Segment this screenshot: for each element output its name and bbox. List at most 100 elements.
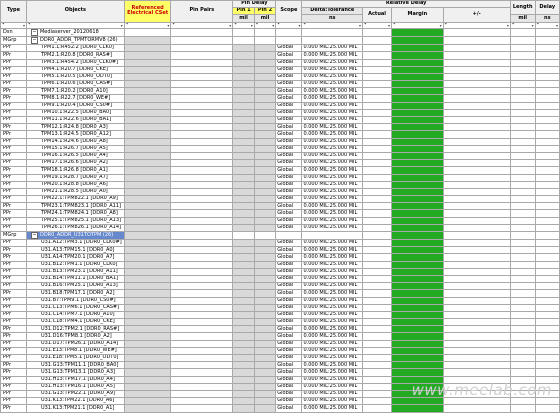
filter-cell[interactable]: * ▾: [534, 21, 560, 30]
filter-cell[interactable]: * ▾: [442, 21, 511, 30]
delta-tolerance-cell[interactable]: 0.000 MIL:25.000 MIL: [301, 123, 364, 132]
pin2-cell[interactable]: [253, 173, 277, 182]
delta-tolerance-cell[interactable]: 0.000 MIL:25.000 MIL: [301, 382, 364, 391]
filter-dropdown-icon[interactable]: ▾: [440, 23, 442, 28]
pin1-cell[interactable]: [232, 253, 255, 262]
pin-pair-name[interactable]: U31.G13:TPM22.1 [DDR0_A9]: [25, 389, 125, 399]
header-pin-pairs[interactable]: Pin Pairs: [170, 0, 234, 23]
header-length[interactable]: Length: [509, 0, 536, 16]
pin-pair-row[interactable]: PPr TPM18.1:R26.8 [DDR0_A1] Global 0.000 MI…: [0, 166, 560, 175]
pin1-cell[interactable]: [232, 289, 255, 298]
pin-pair-row[interactable]: PPr TPM9.1:R20.4 [DDR0_CS0#] Global 0.000 M…: [0, 101, 560, 110]
cell[interactable]: [509, 231, 536, 241]
ref-cset-cell[interactable]: [123, 151, 172, 161]
pin2-cell[interactable]: [253, 180, 277, 189]
filter-dropdown-icon[interactable]: ▾: [359, 23, 361, 28]
pin-pair-name[interactable]: U31.C18:TPM4.1 [DDR0_CKE]: [25, 318, 125, 327]
pin-pair-name[interactable]: U31.D12:TPM2.1 [DDR0_RAS#]: [25, 325, 125, 334]
pin2-cell[interactable]: [253, 223, 277, 233]
pin1-cell[interactable]: [232, 282, 255, 291]
ref-cset-cell[interactable]: [123, 375, 172, 384]
pin-pairs-cell[interactable]: [170, 246, 234, 255]
collapse-icon[interactable]: −: [30, 37, 38, 44]
ref-cset-cell[interactable]: [123, 274, 172, 284]
pin-pairs-cell[interactable]: [170, 209, 234, 218]
pin2-cell[interactable]: [253, 87, 277, 96]
delta-tolerance-cell[interactable]: 0.000 MIL:25.000 MIL: [301, 209, 364, 218]
pin2-cell[interactable]: [253, 296, 277, 305]
filter-dropdown-icon[interactable]: ▾: [272, 23, 274, 28]
scope-cell[interactable]: Global: [275, 339, 303, 348]
pin-pair-row[interactable]: PPr U31.C18:TPM4.1 [DDR0_CKE] Global 0.000 …: [0, 318, 560, 327]
delta-tolerance-cell[interactable]: 0.000 MIL:25.000 MIL: [301, 303, 364, 312]
pin-pairs-cell[interactable]: [170, 354, 234, 363]
ref-cset-cell[interactable]: [123, 209, 172, 218]
ref-cset-cell[interactable]: [123, 332, 172, 341]
ref-cset-cell[interactable]: [123, 389, 172, 399]
cell[interactable]: [275, 231, 303, 241]
delta-tolerance-cell[interactable]: 0.000 MIL:25.000 MIL: [301, 72, 364, 82]
pin1-cell[interactable]: [232, 267, 255, 276]
pin-pair-row[interactable]: PPr TPM11.1:R22.6 [DDR0_BA1] Global 0.000 M…: [0, 116, 560, 125]
pin-pairs-cell[interactable]: [170, 72, 234, 82]
filter-row[interactable]: * ▾ * ▾ * ▾ * ▾ * ▾ * ▾ * ▾ * ▾ * ▾ * ▾ * ▾ * ▾ * ▾: [0, 21, 560, 30]
pin-pair-row[interactable]: PPr U31.D16:TPM8.1 [DDR0_A2] Global 0.000 M…: [0, 332, 560, 341]
scope-cell[interactable]: Global: [275, 151, 303, 161]
ref-cset-cell[interactable]: [123, 159, 172, 168]
filter-cell[interactable]: * ▾: [275, 21, 303, 30]
pin-pair-name[interactable]: U31.C13:TPM6.1 [DDR0_CAS#]: [25, 303, 125, 312]
pin-pair-name[interactable]: TPM17.1:R26.6 [DDR0_A2]: [25, 159, 125, 168]
header-delay[interactable]: Delay: [534, 0, 560, 16]
pin2-cell[interactable]: [253, 375, 277, 384]
pin-pair-row[interactable]: PPr TPM15.1:R26.7 [DDR0_A5] Global 0.000 MI…: [0, 144, 560, 153]
delta-tolerance-cell[interactable]: 0.000 MIL:25.000 MIL: [301, 318, 364, 327]
pin-pair-name[interactable]: U31.B14:TPM11.1 [DDR0_BA1]: [25, 274, 125, 284]
pin1-cell[interactable]: [232, 44, 255, 53]
pin2-cell[interactable]: [253, 332, 277, 341]
pin-pair-row[interactable]: PPr TPM5.1:R20.5 [DDR0_ODT0] Global 0.000 M…: [0, 72, 560, 82]
pin1-cell[interactable]: [232, 404, 255, 413]
pin2-cell[interactable]: [253, 361, 277, 370]
delta-tolerance-cell[interactable]: 0.000 MIL:25.000 MIL: [301, 180, 364, 189]
pin-pair-row[interactable]: PPr U31.B18:TPM17.1 [DDR0_A2] Global 0.000 …: [0, 289, 560, 298]
pin-pairs-cell[interactable]: [170, 159, 234, 168]
scope-cell[interactable]: Global: [275, 44, 303, 53]
pin-pairs-cell[interactable]: [170, 397, 234, 406]
pin-pairs-cell[interactable]: [170, 223, 234, 233]
pin-pair-name[interactable]: TPM24.1:TPM824.1 [DDR0_A8]: [25, 209, 125, 218]
pin1-cell[interactable]: [232, 51, 255, 60]
pin-pair-row[interactable]: PPr U31.B16:TPM25.1 [DDR0_A13] Global 0.000…: [0, 282, 560, 291]
scope-cell[interactable]: Global: [275, 72, 303, 82]
ref-cset-cell[interactable]: [123, 44, 172, 53]
scope-cell[interactable]: Global: [275, 267, 303, 276]
pin-pair-row[interactable]: PPr U31.C13:TPM6.1 [DDR0_CAS#] Global 0.000…: [0, 303, 560, 312]
pin2-cell[interactable]: [253, 116, 277, 125]
pin-pair-name[interactable]: TPM10.1:R22.5 [DDR0_BA0]: [25, 108, 125, 118]
pin1-cell[interactable]: [232, 187, 255, 197]
pin2-cell[interactable]: [253, 151, 277, 161]
pin-pair-name[interactable]: TPM23.1:TPM823.1 [DDR0_A11]: [25, 202, 125, 211]
delta-tolerance-cell[interactable]: 0.000 MIL:25.000 MIL: [301, 375, 364, 384]
pin-pairs-cell[interactable]: [170, 87, 234, 96]
pin-pair-row[interactable]: PPr U31.E13:TPM8.1 [DDR0_WE#] Global 0.000 …: [0, 346, 560, 356]
pin-pairs-cell[interactable]: [170, 173, 234, 182]
pin1-cell[interactable]: [232, 332, 255, 341]
pin2-cell[interactable]: [253, 130, 277, 139]
filter-dropdown-icon[interactable]: ▾: [298, 23, 300, 28]
pin1-cell[interactable]: [232, 361, 255, 370]
pin1-cell[interactable]: [232, 72, 255, 82]
pin-pair-row[interactable]: PPr U31.D17:TPM26.1 [DDR0_A14] Global 0.000…: [0, 339, 560, 348]
pin1-cell[interactable]: [232, 223, 255, 233]
delta-tolerance-cell[interactable]: 0.000 MIL:25.000 MIL: [301, 58, 364, 67]
delta-tolerance-cell[interactable]: 0.000 MIL:25.000 MIL: [301, 267, 364, 276]
pin-pairs-cell[interactable]: [170, 310, 234, 320]
ref-cset-cell[interactable]: [123, 223, 172, 233]
pin-pair-name[interactable]: TPM15.1:R26.7 [DDR0_A5]: [25, 144, 125, 153]
pin-pair-row[interactable]: PPr TPM17.1:R26.6 [DDR0_A2] Global 0.000 MI…: [0, 159, 560, 168]
delta-tolerance-cell[interactable]: 0.000 MIL:25.000 MIL: [301, 137, 364, 146]
delta-tolerance-cell[interactable]: 0.000 MIL:25.000 MIL: [301, 289, 364, 298]
pin-pair-row[interactable]: PPr U31.A12:TPM3.1 [DDR0_CLK0#] Global 0.00…: [0, 239, 560, 248]
pin2-cell[interactable]: [253, 267, 277, 276]
scope-cell[interactable]: Global: [275, 173, 303, 182]
delta-tolerance-cell[interactable]: 0.000 MIL:25.000 MIL: [301, 246, 364, 255]
